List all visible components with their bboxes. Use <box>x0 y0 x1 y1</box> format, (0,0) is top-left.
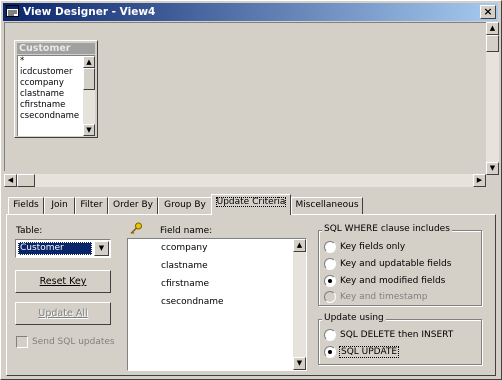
radio-key-timestamp-label: Key and timestamp <box>340 292 428 302</box>
tab-update-criteria[interactable]: Update Criteria <box>211 194 291 215</box>
radio-sql-delete-insert-label: SQL DELETE then INSERT <box>340 330 454 340</box>
scroll-right-icon[interactable]: ▶ <box>473 174 486 187</box>
update-using-group <box>318 319 482 365</box>
list-item[interactable]: ccompany <box>161 243 207 253</box>
send-sql-updates-label: Send SQL updates <box>32 337 115 347</box>
radio-key-fields-only[interactable] <box>324 241 336 253</box>
radio-key-updatable-fields-label: Key and updatable fields <box>340 259 452 269</box>
radio-key-modified-fields-label: Key and modified fields <box>340 276 446 286</box>
scroll-thumb[interactable] <box>486 35 499 52</box>
table-field-item[interactable]: ccompany <box>20 78 64 89</box>
tab-fields[interactable]: Fields <box>8 197 44 214</box>
radio-key-fields-only-label: Key fields only <box>340 242 406 252</box>
scroll-down-icon[interactable]: ▼ <box>83 124 95 136</box>
tab-filter[interactable]: Filter <box>75 197 108 214</box>
scroll-left-icon[interactable]: ◀ <box>4 174 17 187</box>
scroll-up-icon[interactable]: ▲ <box>83 56 95 68</box>
radio-key-modified-fields[interactable] <box>324 275 336 287</box>
update-field-list[interactable]: ccompany clastname cfirstname csecondnam… <box>127 238 307 371</box>
radio-sql-update-label: SQL UPDATE <box>338 346 400 358</box>
table-field-item[interactable]: cfirstname <box>20 100 65 111</box>
field-name-header: Field name: <box>160 226 213 236</box>
radio-key-timestamp[interactable] <box>324 291 336 303</box>
send-sql-updates-checkbox[interactable] <box>16 336 28 348</box>
radio-sql-update[interactable] <box>324 346 336 358</box>
list-item[interactable]: csecondname <box>161 297 224 307</box>
scroll-up-icon[interactable]: ▲ <box>293 239 306 252</box>
table-box-title[interactable]: Customer <box>17 43 95 54</box>
update-using-group-title: Update using <box>322 313 386 323</box>
tab-order-by[interactable]: Order By <box>108 197 158 214</box>
close-icon: × <box>483 5 493 18</box>
list-item[interactable]: clastname <box>161 261 208 271</box>
scroll-thumb[interactable] <box>83 68 95 90</box>
tab-group-by[interactable]: Group By <box>158 197 212 214</box>
table-field-list[interactable]: * icdcustomer ccompany clastname cfirstn… <box>17 55 95 136</box>
key-icon <box>130 222 142 235</box>
table-label: Table: <box>16 226 43 236</box>
update-all-button[interactable]: Update All <box>15 302 111 325</box>
table-field-item[interactable]: * <box>20 56 24 67</box>
radio-sql-delete-insert[interactable] <box>324 329 336 341</box>
scroll-down-icon[interactable]: ▼ <box>293 357 306 370</box>
table-select-value: Customer <box>18 242 92 255</box>
view-designer-icon <box>6 5 19 17</box>
table-box-customer[interactable]: Customer * icdcustomer ccompany clastnam… <box>14 40 98 138</box>
chevron-down-icon[interactable]: ▼ <box>94 241 109 256</box>
design-vertical-scrollbar[interactable]: ▲ ▼ <box>486 22 499 175</box>
table-field-item[interactable]: csecondname <box>20 111 79 122</box>
reset-key-button[interactable]: Reset Key <box>15 270 111 293</box>
table-field-item[interactable]: icdcustomer <box>20 67 72 78</box>
scroll-thumb[interactable] <box>17 174 35 187</box>
sql-where-group-title: SQL WHERE clause includes <box>322 224 452 234</box>
table-field-item[interactable]: clastname <box>20 89 64 100</box>
field-list-scrollbar[interactable]: ▲ ▼ <box>293 239 306 370</box>
scroll-down-icon[interactable]: ▼ <box>486 162 499 175</box>
window-title: View Designer - View4 <box>23 6 156 18</box>
table-select[interactable]: Customer ▼ <box>15 239 111 258</box>
table-field-scrollbar[interactable]: ▲ ▼ <box>83 56 95 136</box>
tab-join[interactable]: Join <box>44 197 75 214</box>
scroll-up-icon[interactable]: ▲ <box>486 22 499 35</box>
tab-miscellaneous[interactable]: Miscellaneous <box>291 197 363 214</box>
design-horizontal-scrollbar[interactable]: ◀ ▶ <box>4 174 486 187</box>
title-bar[interactable]: View Designer - View4 × <box>3 3 498 21</box>
close-button[interactable]: × <box>480 5 496 19</box>
radio-key-updatable-fields[interactable] <box>324 258 336 270</box>
list-item[interactable]: cfirstname <box>161 279 209 289</box>
